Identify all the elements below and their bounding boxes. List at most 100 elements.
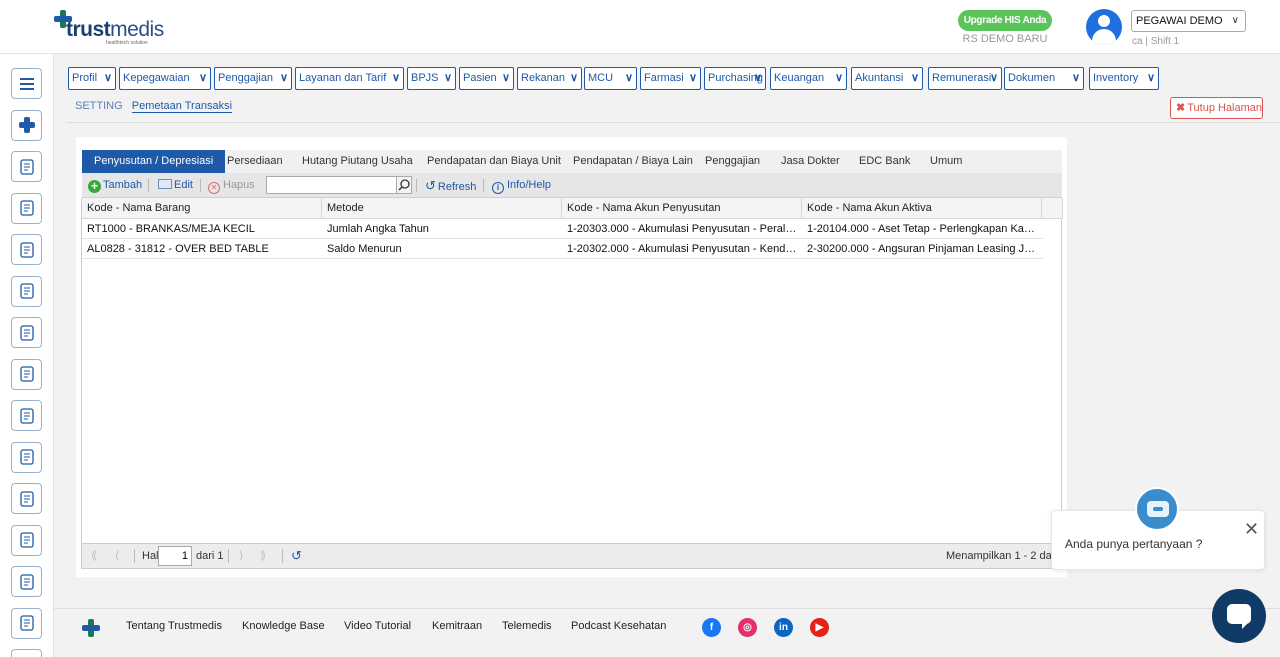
data-grid: Kode - Nama Barang Metode Kode - Nama Akun…	[81, 198, 1063, 544]
column-header[interactable]: Kode - Nama Akun Aktiva	[802, 198, 1042, 219]
last-page-button[interactable]: ⟫	[260, 544, 266, 568]
close-page-button[interactable]: ✖ Tutup Halaman	[1170, 97, 1263, 119]
medical-file-icon	[19, 532, 34, 548]
menu-kepegawaian[interactable]: Kepegawaian ∨	[119, 67, 211, 90]
table-cell: RT1000 - BRANKAS/MEJA KECIL	[87, 223, 255, 235]
pager-separator	[228, 549, 229, 563]
chevron-down-icon: ∨	[391, 72, 400, 84]
logo-word-light: medis	[110, 18, 164, 41]
menu-label: Kepegawaian	[123, 72, 190, 84]
delete-button[interactable]: ✕ Hapus	[208, 173, 255, 198]
sidebar-item-cross[interactable]	[11, 109, 42, 141]
page-number-input[interactable]	[158, 546, 192, 566]
sidebar-item-hamburger[interactable]	[11, 68, 42, 99]
sidebar-item-medical-file[interactable]	[11, 524, 42, 556]
close-icon[interactable]: ✕	[1244, 520, 1259, 538]
trustmedis-logo[interactable]: trustmedis healthtech solution	[54, 10, 174, 46]
footer-link-telemedis[interactable]: Telemedis	[502, 620, 552, 632]
menu-inventory[interactable]: Inventory ∨	[1089, 67, 1159, 90]
table-row[interactable]: AL0828 - 31812 - OVER BED TABLE Saldo Men…	[82, 239, 1043, 259]
tab-9[interactable]: Umum	[930, 150, 962, 173]
hospital-name: RS DEMO BARU	[962, 33, 1048, 45]
column-header[interactable]: Kode - Nama Barang	[82, 198, 322, 219]
search-button[interactable]	[396, 176, 412, 194]
linkedin-icon[interactable]: in	[774, 618, 793, 637]
table-cell: 1-20303.000 - Akumulasi Penyusutan - Per…	[567, 223, 802, 235]
sidebar-item-pharmacy[interactable]	[11, 607, 42, 639]
facebook-icon[interactable]: f	[702, 618, 721, 637]
footer-link-knowledge-base[interactable]: Knowledge Base	[242, 620, 325, 632]
table-row[interactable]: RT1000 - BRANKAS/MEJA KECIL Jumlah Angka …	[82, 219, 1043, 239]
footer-link-podcast-kesehatan[interactable]: Podcast Kesehatan	[571, 620, 666, 632]
column-header[interactable]: Metode	[322, 198, 562, 219]
chevron-down-icon: ∨	[501, 72, 510, 84]
upgrade-his-button[interactable]: Upgrade HIS Anda	[958, 10, 1052, 31]
trustmedis-cross-icon[interactable]	[82, 619, 100, 637]
menu-mcu[interactable]: MCU ∨	[584, 67, 637, 90]
sidebar-item-id-card[interactable]	[11, 234, 42, 265]
tab-1[interactable]: Penyusutan / Depresiasi	[82, 150, 226, 173]
sidebar-item-monitor[interactable]	[11, 566, 42, 597]
breadcrumb-current[interactable]: Pemetaan Transaksi	[131, 100, 233, 113]
sidebar-item-ambulance[interactable]	[11, 441, 42, 473]
menu-purchasing[interactable]: Purchasing ∨	[704, 67, 766, 90]
menu-label: Layanan dan Tarif	[299, 72, 387, 84]
sidebar-item-presentation[interactable]	[11, 192, 42, 224]
menu-bpjs[interactable]: BPJS ∨	[407, 67, 456, 90]
sidebar-item-stethoscope[interactable]	[11, 400, 42, 431]
next-page-button[interactable]: ⟩	[239, 544, 243, 568]
menu-farmasi[interactable]: Farmasi ∨	[640, 67, 701, 90]
edit-button[interactable]: Edit	[158, 173, 193, 198]
breadcrumb-setting[interactable]: SETTING	[75, 100, 123, 112]
sidebar-item-tools[interactable]	[11, 151, 42, 182]
tab-4[interactable]: Pendapatan dan Biaya Unit	[427, 150, 561, 173]
info-help-button[interactable]: i Info/Help	[492, 173, 551, 198]
menu-dokumen[interactable]: Dokumen ∨	[1004, 67, 1084, 90]
tab-7[interactable]: Jasa Dokter	[781, 150, 840, 173]
edit-label: Edit	[174, 179, 193, 191]
pager-refresh-icon[interactable]: ↺	[291, 544, 302, 568]
sidebar-item-doctor[interactable]	[11, 358, 42, 390]
sidebar-item-more[interactable]	[11, 649, 42, 657]
youtube-icon[interactable]: ▶	[810, 618, 829, 637]
prev-page-button[interactable]: ⟨	[115, 544, 119, 568]
user-select[interactable]: PEGAWAI DEMO ∨	[1131, 10, 1246, 32]
tab-6[interactable]: Penggajian	[705, 150, 760, 173]
menu-layanan-dan-tarif[interactable]: Layanan dan Tarif ∨	[295, 67, 404, 90]
column-header[interactable]: Kode - Nama Akun Penyusutan	[562, 198, 802, 219]
chat-launcher-button[interactable]	[1212, 589, 1266, 643]
menu-penggajian[interactable]: Penggajian ∨	[214, 67, 292, 90]
menu-keuangan[interactable]: Keuangan ∨	[770, 67, 847, 90]
menu-pasien[interactable]: Pasien ∨	[459, 67, 514, 90]
footer-link-kemitraan[interactable]: Kemitraan	[432, 620, 482, 632]
tab-3[interactable]: Hutang Piutang Usaha	[302, 150, 413, 173]
chevron-down-icon: ∨	[279, 72, 288, 84]
tab-strip: Penyusutan / Depresiasi Persediaan Hutang …	[82, 150, 1062, 173]
add-label: Tambah	[103, 179, 143, 191]
sidebar-item-document[interactable]	[11, 275, 42, 307]
grid-toolbar: + Tambah Edit ✕ Hapus ↺ Refresh i Info/Help	[82, 173, 1062, 198]
user-avatar-icon[interactable]	[1086, 9, 1122, 45]
refresh-button[interactable]: ↺ Refresh	[425, 173, 476, 198]
add-button[interactable]: + Tambah	[88, 173, 142, 198]
tab-5[interactable]: Pendapatan / Biaya Lain	[573, 150, 693, 173]
footer-link-video-tutorial[interactable]: Video Tutorial	[344, 620, 411, 632]
chevron-down-icon: ∨	[753, 72, 762, 84]
menu-profil[interactable]: Profil ∨	[68, 67, 116, 90]
menu-remunerasi[interactable]: Remunerasi ∨	[928, 67, 1002, 90]
first-page-button[interactable]: ⟪	[91, 544, 97, 568]
footer-link-tentang-trustmedis[interactable]: Tentang Trustmedis	[126, 620, 222, 632]
menu-akuntansi[interactable]: Akuntansi ∨	[851, 67, 923, 90]
menu-rekanan[interactable]: Rekanan ∨	[517, 67, 582, 90]
instagram-icon[interactable]: ◎	[738, 618, 757, 637]
search-input[interactable]	[266, 176, 398, 194]
pharmacy-icon	[19, 615, 34, 631]
sidebar-item-iv-drip[interactable]	[11, 483, 42, 514]
sidebar-item-document[interactable]	[11, 317, 42, 348]
chevron-down-icon: ∨	[198, 72, 207, 84]
sidebar	[0, 54, 54, 657]
column-header-filler	[1042, 198, 1063, 219]
tab-2[interactable]: Persediaan	[227, 150, 283, 173]
tab-8[interactable]: EDC Bank	[859, 150, 910, 173]
edit-icon	[158, 179, 172, 189]
